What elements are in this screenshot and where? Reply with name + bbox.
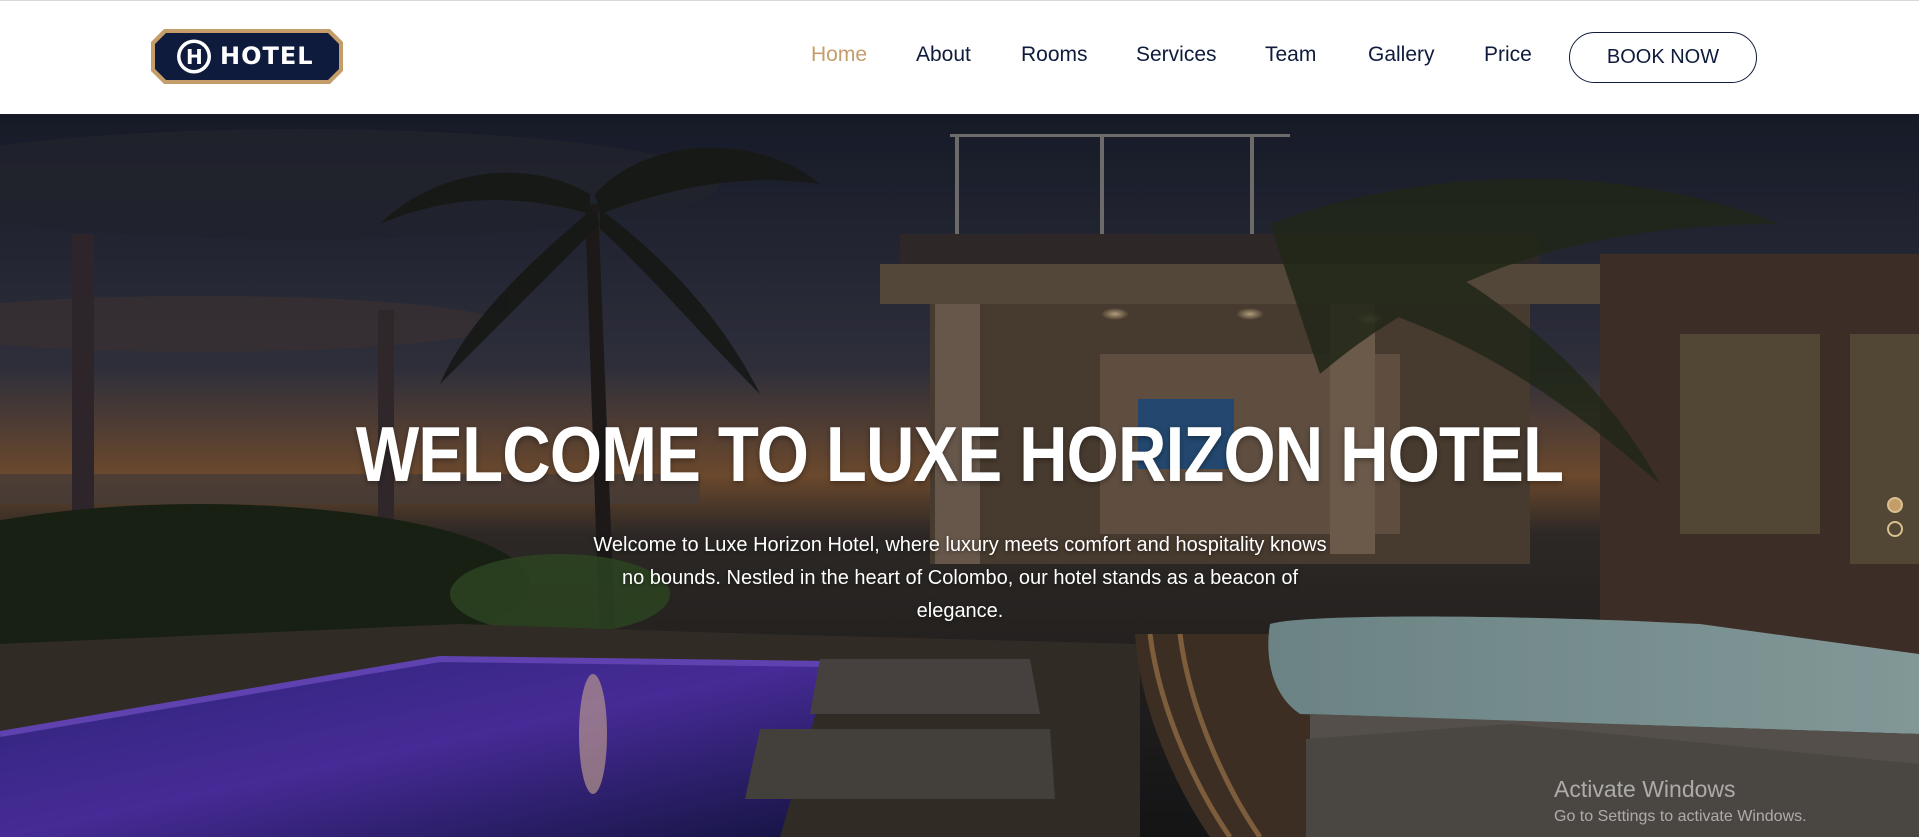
nav-rooms[interactable]: Rooms <box>1021 43 1088 67</box>
nav-gallery[interactable]: Gallery <box>1368 43 1435 67</box>
nav-about[interactable]: About <box>916 43 971 67</box>
slider-dot-1[interactable] <box>1887 497 1903 513</box>
nav-team[interactable]: Team <box>1265 43 1316 67</box>
nav-price[interactable]: Price <box>1484 43 1532 67</box>
hero-section: WELCOME TO LUXE HORIZON HOTEL Welcome to… <box>0 114 1919 837</box>
windows-activation-watermark: Activate Windows Go to Settings to activ… <box>1554 776 1807 826</box>
slider-dot-2[interactable] <box>1887 521 1903 537</box>
book-now-button[interactable]: BOOK NOW <box>1569 32 1757 83</box>
nav-home[interactable]: Home <box>811 43 867 67</box>
hero-description: Welcome to Luxe Horizon Hotel, where lux… <box>593 534 1327 622</box>
activate-title: Activate Windows <box>1554 776 1736 802</box>
nav-services[interactable]: Services <box>1136 43 1217 67</box>
activate-subtitle: Go to Settings to activate Windows. <box>1554 808 1807 825</box>
hero-title: WELCOME TO LUXE HORIZON HOTEL <box>355 410 1564 498</box>
slider-pagination <box>1887 497 1903 545</box>
top-navbar: H HOTEL Home About Rooms Services Team G… <box>0 0 1919 114</box>
